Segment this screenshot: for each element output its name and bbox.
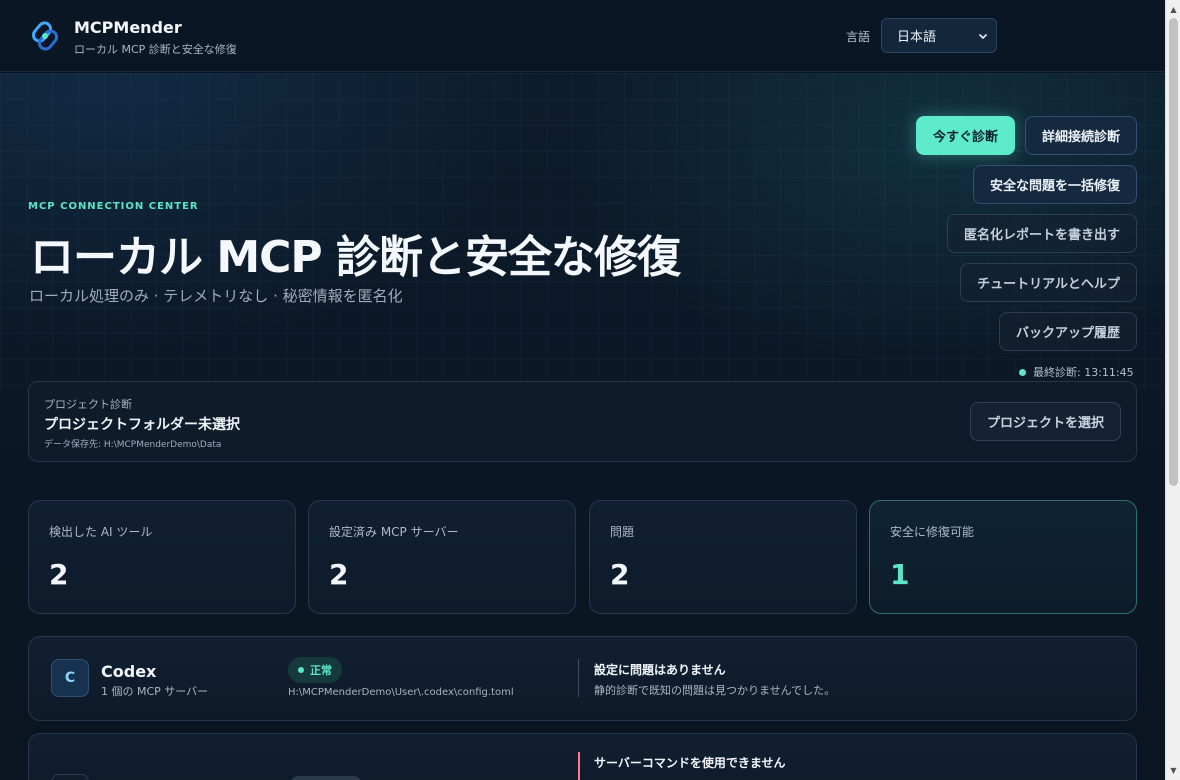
stat-card-safe-fixable: 安全に修復可能 1 (869, 500, 1137, 614)
app-name: MCPMender (74, 18, 182, 37)
data-path: データ保存先: H:\MCPMenderDemo\Data (44, 440, 222, 450)
divider (578, 752, 580, 780)
language-selected-value: 日本語 (897, 30, 937, 45)
app-header: MCPMender ローカル MCP 診断と安全な修復 言語 日本語 (0, 0, 1165, 72)
status-dot-icon (1019, 368, 1026, 376)
scrollbar-thumb[interactable] (1169, 18, 1178, 486)
stat-card-issues: 問題 2 (589, 500, 857, 614)
diagnosis-title: サーバーコマンドを使用できません (594, 756, 786, 770)
fix-safe-issues-button[interactable]: 安全な問題を一括修復 (973, 165, 1137, 204)
export-report-button[interactable]: 匿名化レポートを書き出す (947, 214, 1137, 253)
language-label: 言語 (846, 30, 871, 44)
stat-label: 検出した AI ツール (49, 525, 153, 539)
status-badge (291, 776, 361, 780)
config-path: H:\MCPMenderDemo\User\.codex\config.toml (288, 687, 514, 698)
hero-eyebrow: MCP CONNECTION CENTER (28, 201, 199, 212)
diagnosis-title: 設定に問題はありません (594, 663, 726, 677)
tool-avatar (51, 774, 89, 780)
tool-card-codex[interactable]: C Codex 1 個の MCP サーバー 正常 H:\MCPMenderDem… (28, 636, 1137, 721)
page-scrollbar[interactable]: ▲ ▼ (1165, 0, 1180, 780)
scroll-up-icon[interactable]: ▲ (1166, 2, 1180, 17)
language-select[interactable]: 日本語 (881, 18, 997, 53)
project-name: プロジェクトフォルダー未選択 (44, 417, 240, 433)
stat-card-ai-tools: 検出した AI ツール 2 (28, 500, 296, 614)
stat-value: 2 (610, 558, 630, 591)
tutorial-help-button[interactable]: チュートリアルとヘルプ (960, 263, 1137, 302)
stat-label: 安全に修復可能 (890, 525, 975, 539)
divider (578, 659, 579, 697)
diagnose-now-button[interactable]: 今すぐ診断 (916, 116, 1015, 155)
status-dot-icon (298, 667, 304, 673)
page-title: ローカル MCP 診断と安全な修復 (30, 232, 681, 283)
tool-card-second[interactable]: サーバーコマンドを使用できません (28, 733, 1137, 780)
chevron-down-icon (978, 30, 988, 45)
diagnosis-message: 静的診断で既知の問題は見つかりませんでした。 (594, 684, 836, 697)
tool-name: Codex (101, 662, 157, 681)
project-kicker: プロジェクト診断 (44, 398, 132, 411)
stat-label: 設定済み MCP サーバー (329, 525, 459, 539)
stat-label: 問題 (610, 525, 635, 539)
hero-subtitle: ローカル処理のみ · テレメトリなし · 秘密情報を匿名化 (29, 287, 403, 305)
stat-value: 2 (49, 558, 69, 591)
status-badge: 正常 (288, 657, 342, 683)
tool-avatar: C (51, 659, 89, 697)
status-badge-label: 正常 (310, 664, 332, 677)
deep-diagnose-button[interactable]: 詳細接続診断 (1025, 116, 1137, 155)
backup-history-button[interactable]: バックアップ履歴 (999, 312, 1137, 351)
tool-server-count: 1 個の MCP サーバー (101, 685, 209, 698)
stat-card-mcp-servers: 設定済み MCP サーバー 2 (308, 500, 576, 614)
project-panel: プロジェクト診断 プロジェクトフォルダー未選択 データ保存先: H:\MCPMe… (28, 381, 1137, 462)
stat-value: 1 (890, 558, 910, 591)
chain-link-icon (28, 19, 62, 53)
stat-value: 2 (329, 558, 349, 591)
select-project-button[interactable]: プロジェクトを選択 (970, 402, 1121, 441)
last-diagnosis-status: 最終診断: 13:11:45 (1019, 364, 1134, 380)
last-diagnosis-text: 最終診断: 13:11:45 (1033, 366, 1134, 379)
app-subtitle: ローカル MCP 診断と安全な修復 (74, 43, 237, 56)
scroll-down-icon[interactable]: ▼ (1166, 763, 1180, 778)
